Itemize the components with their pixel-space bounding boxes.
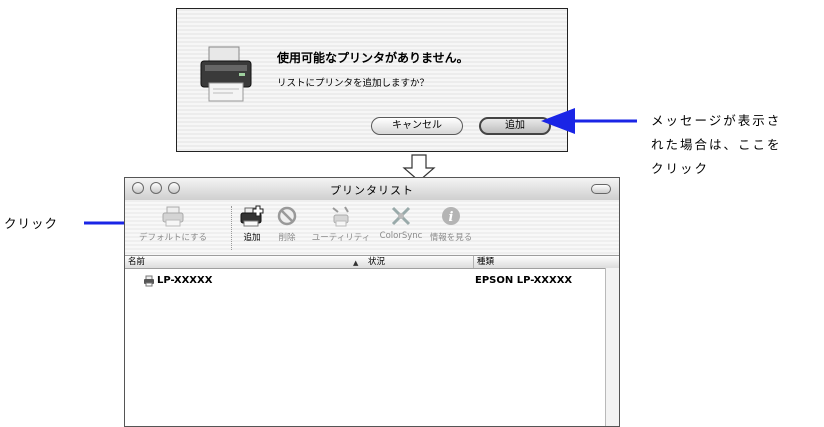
printer-list-window: プリンタリスト デフォルトにする 追加 削除 ユーティリティ ColorSync… <box>124 177 620 427</box>
annotation-right-line1: メッセージが表示さ <box>651 113 782 128</box>
colorsync-icon <box>391 206 411 226</box>
toolbar-delete-button[interactable]: 削除 <box>272 204 302 243</box>
column-header-status[interactable]: 状況 <box>365 256 473 268</box>
printer-name-cell: LP-XXXXX <box>157 275 213 286</box>
info-icon: i <box>442 207 460 225</box>
toolbar-colorsync-label: ColorSync <box>379 231 423 241</box>
column-header-name[interactable]: 名前 <box>125 256 365 268</box>
blue-arrow-right-icon <box>541 108 637 134</box>
printer-default-icon <box>162 206 184 227</box>
toolbar-add-button[interactable]: 追加 <box>237 204 267 243</box>
toolbar-delete-label: 削除 <box>278 233 296 243</box>
sort-ascending-icon: ▲ <box>353 259 359 267</box>
column-header-kind[interactable]: 種類 <box>473 256 605 268</box>
column-header-kind-label: 種類 <box>477 257 495 267</box>
toolbar-info-button[interactable]: i 情報を見る <box>429 204 473 243</box>
toolbar-utility-button[interactable]: ユーティリティ <box>309 204 373 243</box>
vertical-scrollbar[interactable] <box>605 268 619 426</box>
column-header-status-label: 状況 <box>368 257 386 267</box>
annotation-right-line3: クリック <box>651 161 710 176</box>
toolbar-add-label: 追加 <box>243 233 261 243</box>
table-row[interactable]: LP-XXXXX EPSON LP-XXXXX <box>125 275 605 289</box>
toolbar-separator <box>231 206 232 250</box>
printer-add-icon <box>240 205 264 227</box>
toolbar-default-label: デフォルトにする <box>138 233 208 243</box>
column-header-name-label: 名前 <box>128 257 146 267</box>
utility-icon <box>332 206 349 227</box>
annotation-right: メッセージが表示さ れた場合は、ここを クリック <box>651 109 819 181</box>
toolbar: デフォルトにする 追加 削除 ユーティリティ ColorSync i 情報を見る <box>125 200 619 256</box>
toolbar-colorsync-button[interactable]: ColorSync <box>375 204 427 241</box>
title-bar[interactable]: プリンタリスト <box>125 178 619 201</box>
toolbar-utility-label: ユーティリティ <box>311 233 371 243</box>
annotation-right-line2: れた場合は、ここを <box>651 137 782 152</box>
svg-text:i: i <box>449 210 454 225</box>
toolbar-default-button[interactable]: デフォルトにする <box>129 204 217 243</box>
column-header-row: 名前 ▲ 状況 種類 <box>125 256 619 269</box>
printer-small-icon <box>144 275 154 287</box>
delete-icon <box>277 206 297 226</box>
printer-kind-cell: EPSON LP-XXXXX <box>475 275 573 286</box>
window-title: プリンタリスト <box>330 184 414 197</box>
toolbar-info-label: 情報を見る <box>429 233 473 243</box>
toolbar-toggle-button[interactable] <box>591 184 611 194</box>
annotation-left: クリック <box>4 216 59 231</box>
